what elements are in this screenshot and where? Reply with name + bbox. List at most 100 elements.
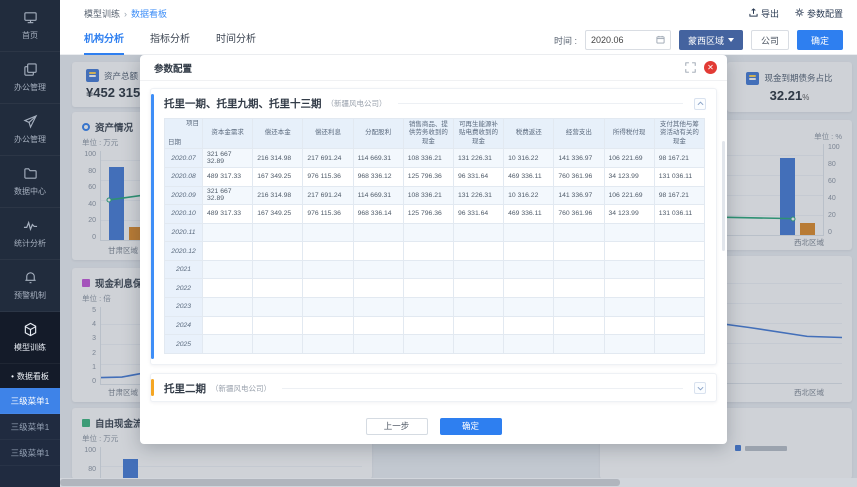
modal-scrollbar[interactable]	[722, 141, 725, 251]
table-cell: 141 336.97	[553, 148, 605, 168]
section-title: 托里二期	[164, 382, 206, 395]
sidebar-item-alert[interactable]: 预警机制	[0, 260, 60, 312]
table-cell	[603, 278, 655, 299]
app-root: 首页 办公管理 办公管理 数据中心 统计分析 预警机制 模型训练 • 数据看板	[0, 0, 857, 487]
sidebar-item-home[interactable]: 首页	[0, 0, 60, 52]
param-config-button[interactable]: 参数配置	[795, 7, 843, 20]
sidebar-item-data-center[interactable]: 数据中心	[0, 156, 60, 208]
table-cell: 968 336.12	[352, 166, 404, 187]
bullet-icon: •	[11, 371, 14, 381]
table-row: 2020.10 489 317.33 167 349.25 976 115.36 968…	[164, 204, 706, 224]
table-cell	[503, 241, 555, 261]
table-cell	[603, 315, 655, 336]
table-cell: 760 361.96	[553, 166, 605, 187]
table-row: 2020.08 489 317.33 167 349.25 976 115.36 968…	[164, 166, 706, 187]
table-row: 2020.12	[164, 241, 706, 261]
table-cell: 321 667 32.89	[201, 148, 254, 168]
table-cell	[603, 222, 655, 243]
chevron-up-icon[interactable]	[694, 97, 706, 110]
table-cell	[201, 259, 254, 280]
breadcrumb-separator: ›	[124, 8, 128, 19]
table-cell	[452, 222, 505, 243]
previous-step-button[interactable]: 上一步	[365, 417, 428, 435]
column-header: 支付其他与筹资活动有关的现金	[653, 117, 706, 150]
sidebar-submenu-item-1[interactable]: 三级菜单1	[0, 388, 60, 414]
table-cell	[302, 259, 354, 280]
table-cell: 114 669.31	[352, 148, 404, 168]
table-cell: 108 336.21	[402, 148, 454, 168]
tab-time-analysis[interactable]: 时间分析	[216, 26, 256, 55]
row-date: 2020.12	[164, 241, 203, 261]
table-cell	[653, 297, 706, 317]
table-cell: 98 167.21	[653, 185, 706, 206]
param-config-modal: 参数配置 ✕ 托里一期、托里九期、托里十三期 （新疆风电公司） 项目 日期 资本…	[140, 55, 727, 444]
param-table: 项目 日期 资本金需求 偿还本金 偿还利息 分配股利 销售商品、提供劳务收到的现金 可再生…	[164, 117, 706, 354]
row-date: 2020.11	[164, 222, 203, 243]
table-cell: 131 036.11	[653, 204, 706, 224]
breadcrumb-parent[interactable]: 模型训练	[84, 9, 120, 19]
table-cell	[402, 278, 454, 299]
table-cell: 98 167.21	[653, 148, 706, 168]
sidebar-item-label: 预警机制	[14, 291, 46, 300]
sidebar-item-office-2[interactable]: 办公管理	[0, 104, 60, 156]
header-confirm-button[interactable]: 确定	[796, 30, 843, 50]
column-header: 分配股利	[352, 117, 404, 150]
sidebar-filler	[0, 466, 60, 487]
sidebar-item-model-training[interactable]: 模型训练	[0, 312, 60, 364]
table-cell: 976 115.36	[302, 204, 354, 224]
scrollbar-thumb[interactable]	[60, 479, 620, 486]
table-cell	[452, 334, 505, 354]
table-cell: 216 314.98	[252, 148, 304, 168]
region-dropdown[interactable]: 蒙西区域	[678, 30, 743, 50]
column-header: 销售商品、提供劳务收到的现金	[402, 117, 454, 150]
fullscreen-icon[interactable]	[685, 62, 696, 73]
table-cell	[201, 315, 254, 336]
horizontal-scrollbar[interactable]	[60, 478, 857, 487]
table-cell: 131 226.31	[452, 148, 505, 168]
sidebar-submenu-item-2[interactable]: 三级菜单1	[0, 414, 60, 440]
table-cell	[302, 315, 354, 336]
table-row: 2025	[164, 334, 706, 354]
modal-confirm-button[interactable]: 确定	[439, 417, 502, 435]
row-date: 2020.10	[164, 204, 203, 224]
table-cell: 96 331.64	[452, 166, 505, 187]
time-filter-label: 时间 :	[553, 35, 577, 46]
table-cell	[653, 241, 706, 261]
table-cell	[503, 259, 555, 280]
section-company: （新疆风电公司）	[326, 99, 387, 108]
table-cell: 131 226.31	[452, 185, 505, 206]
table-cell: 131 036.11	[653, 166, 706, 187]
close-icon[interactable]: ✕	[704, 61, 717, 74]
row-date: 2025	[164, 334, 203, 354]
sidebar-item-office-1[interactable]: 办公管理	[0, 52, 60, 104]
table-cell	[553, 241, 605, 261]
sidebar: 首页 办公管理 办公管理 数据中心 统计分析 预警机制 模型训练 • 数据看板	[0, 0, 60, 487]
tab-indicator-analysis[interactable]: 指标分析	[150, 26, 190, 55]
table-row: 2020.07 321 667 32.89 216 314.98 217 691.24…	[164, 148, 706, 168]
company-button[interactable]: 公司	[750, 30, 789, 50]
export-button[interactable]: 导出	[749, 7, 779, 20]
sidebar-submenu-item-3[interactable]: 三级菜单1	[0, 440, 60, 466]
sidebar-item-data-board[interactable]: • 数据看板	[0, 364, 60, 388]
tab-org-analysis[interactable]: 机构分析	[84, 26, 124, 55]
time-input[interactable]: 2020.06	[584, 30, 671, 50]
sidebar-item-label: 三级菜单1	[10, 447, 50, 458]
sidebar-item-stats[interactable]: 统计分析	[0, 208, 60, 260]
table-cell	[653, 259, 706, 280]
table-cell	[352, 222, 404, 243]
table-cell: 217 691.24	[302, 148, 354, 168]
table-cell	[252, 315, 304, 336]
table-cell	[201, 241, 254, 261]
table-cell	[252, 259, 304, 280]
table-cell	[302, 222, 354, 243]
modal-title: 参数配置	[154, 63, 193, 75]
table-cell	[452, 315, 505, 336]
table-cell	[402, 334, 454, 354]
table-cell	[252, 241, 304, 261]
section-company: （新疆风电公司）	[211, 383, 271, 393]
chevron-down-icon[interactable]	[694, 382, 706, 395]
table-cell: 167 349.25	[252, 204, 304, 224]
table-cell	[302, 297, 354, 317]
bell-icon	[23, 270, 38, 287]
table-cell: 96 331.64	[452, 204, 505, 224]
